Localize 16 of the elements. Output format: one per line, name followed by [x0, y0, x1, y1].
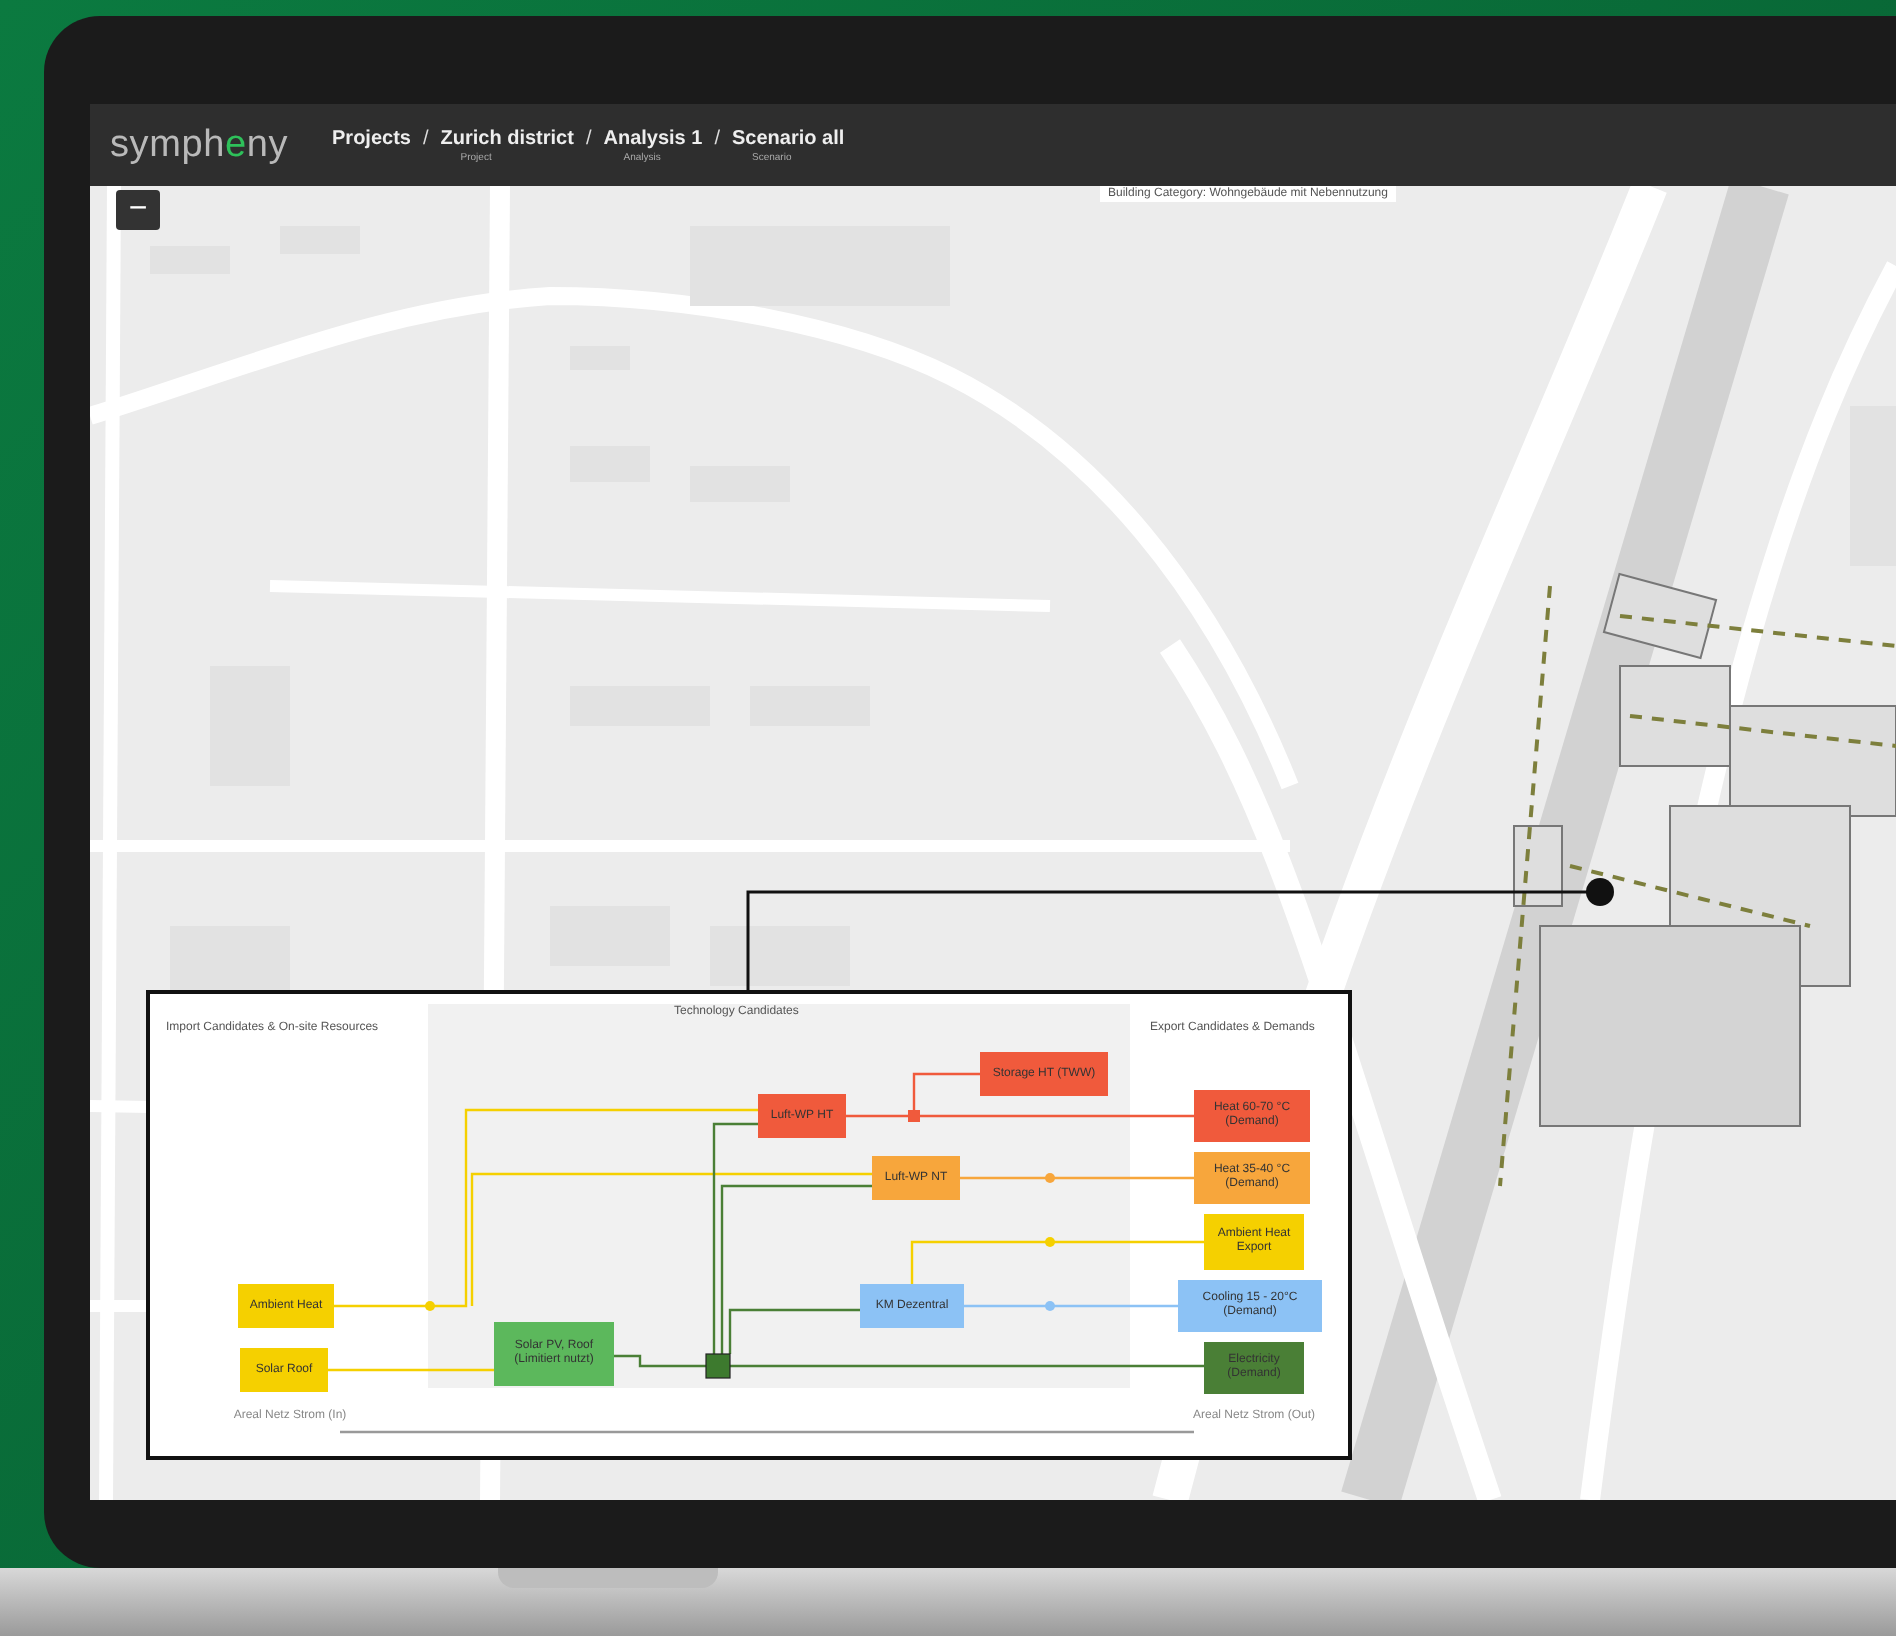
breadcrumb-link[interactable]: Scenario all [732, 127, 845, 149]
logo: sympheny [110, 123, 289, 167]
junction-dot [1045, 1301, 1055, 1311]
junction-dot [425, 1301, 435, 1311]
breadcrumb-link[interactable]: Analysis 1 [603, 127, 703, 149]
breadcrumb-link[interactable]: Projects [332, 127, 411, 149]
connector-line [614, 1354, 706, 1368]
breadcrumb-separator: / [714, 127, 720, 149]
hub-node [705, 1353, 731, 1379]
junction-dot [1045, 1237, 1055, 1247]
breadcrumb-separator: / [585, 127, 592, 149]
breadcrumb-separator: / [422, 127, 429, 149]
breadcrumb-link[interactable]: Zurich district [440, 127, 574, 149]
junction-marker [908, 1110, 920, 1122]
zoom-out-button[interactable]: − [116, 190, 160, 230]
junction-dot [1045, 1173, 1055, 1183]
